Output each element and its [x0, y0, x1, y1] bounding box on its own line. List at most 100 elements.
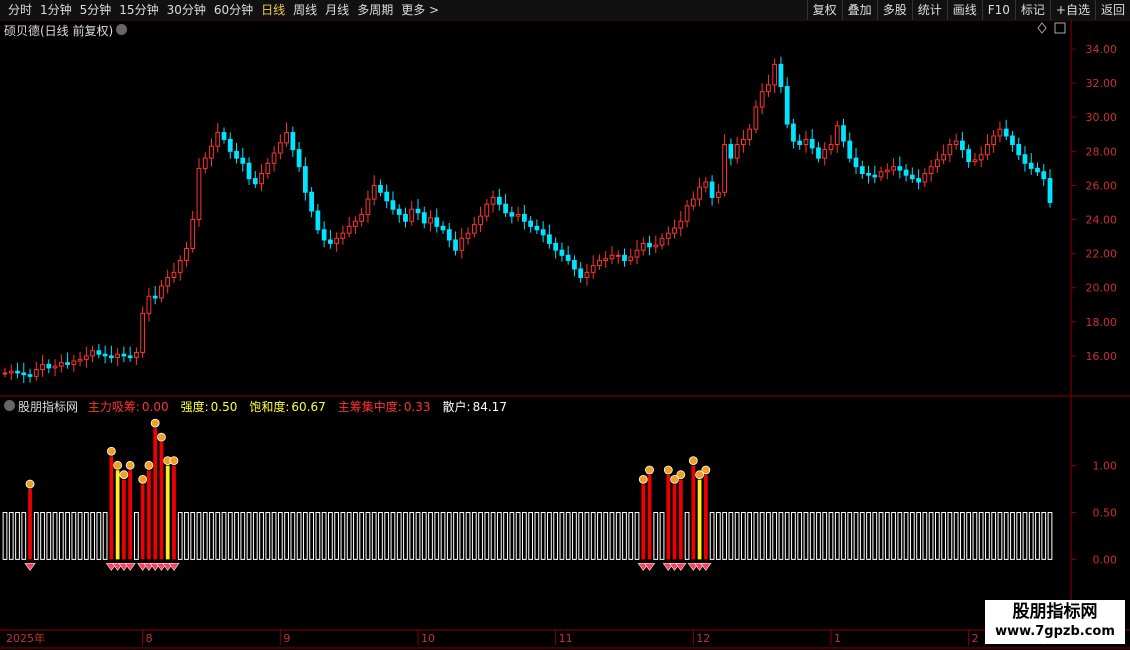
white-bar — [33, 512, 39, 560]
white-bar — [490, 512, 496, 560]
candle-body — [409, 208, 415, 222]
candle-body — [684, 205, 690, 222]
hand-pointer-icon — [157, 432, 166, 442]
white-bar — [384, 512, 390, 560]
period-tab[interactable]: 更多 > — [397, 0, 443, 20]
period-tab[interactable]: 月线 — [321, 0, 353, 20]
candle-body — [503, 203, 508, 214]
white-bar — [134, 512, 139, 560]
period-tab[interactable]: 15分钟 — [115, 0, 162, 20]
white-bar — [102, 512, 108, 560]
chart-area[interactable]: 34.0032.0030.0028.0026.0024.0022.0020.00… — [0, 20, 1130, 650]
white-bar — [409, 512, 415, 560]
white-bar — [378, 512, 383, 560]
window-restore-icon[interactable] — [1054, 22, 1066, 34]
white-bar — [985, 512, 990, 560]
candle-body — [803, 138, 809, 146]
white-bar — [190, 512, 196, 560]
toolbar-button[interactable]: 标记 — [1014, 0, 1050, 20]
toolbar-button[interactable]: F10 — [981, 0, 1015, 20]
white-bar — [496, 512, 502, 560]
indicator-axis: 1.000.500.00-0.50 — [1071, 460, 1118, 613]
signal-bar — [165, 465, 170, 560]
period-tab[interactable]: 30分钟 — [163, 0, 210, 20]
candle-body — [909, 174, 915, 180]
white-bar — [897, 512, 903, 560]
toolbar-button[interactable]: +自选 — [1049, 0, 1095, 20]
candle-body — [415, 208, 421, 214]
white-bar — [284, 512, 289, 560]
white-bar — [459, 512, 465, 560]
toolbar-button[interactable]: 画线 — [946, 0, 982, 20]
indicator-field-value: 84.17 — [472, 400, 507, 414]
white-bar — [659, 512, 665, 560]
white-bar — [215, 512, 221, 560]
toolbar-button[interactable]: 叠加 — [841, 0, 877, 20]
candle-body — [878, 171, 884, 178]
period-tab[interactable]: 日线 — [257, 0, 289, 20]
date-tick-label: 1 — [834, 632, 841, 645]
candle-body — [991, 135, 997, 146]
white-bar — [446, 512, 452, 560]
white-bar — [934, 512, 940, 560]
period-tab[interactable]: 多周期 — [353, 0, 397, 20]
white-bar — [503, 512, 508, 560]
white-bar — [509, 512, 515, 560]
indicator-tick-label: 0.00 — [1093, 553, 1118, 566]
candle-body — [1016, 144, 1022, 156]
candle-body — [916, 178, 921, 183]
white-bar — [872, 512, 878, 560]
toolbar-button[interactable]: 多股 — [876, 0, 912, 20]
candle-body — [277, 142, 283, 154]
candle-body — [184, 248, 189, 261]
chevron-down-icon[interactable] — [4, 400, 15, 411]
date-tick-label: 10 — [421, 632, 435, 645]
candle-body — [46, 363, 52, 369]
toolbar-button[interactable]: 统计 — [911, 0, 947, 20]
period-tab[interactable]: 周线 — [289, 0, 321, 20]
indicator-field: 散户: 84.17 — [443, 400, 513, 414]
white-bar — [991, 512, 997, 560]
indicator-name[interactable]: 股朋指标网 — [18, 400, 78, 414]
candle-body — [766, 84, 771, 93]
period-tab[interactable]: 60分钟 — [210, 0, 257, 20]
white-bar — [8, 512, 14, 560]
signal-bar — [140, 484, 145, 560]
candle-body — [665, 232, 671, 239]
candle-body — [140, 312, 146, 353]
white-bar — [947, 512, 953, 560]
white-bar — [866, 512, 871, 560]
watermark-title: 股朋指标网 — [1012, 602, 1098, 622]
right-toolbar: 复权 叠加 多股 统计 画线 F10 标记 +自选 返回 — [806, 0, 1130, 20]
white-bar — [252, 512, 258, 560]
period-tab[interactable]: 1分钟 — [36, 0, 76, 20]
white-bar — [559, 512, 565, 560]
white-bar — [978, 512, 984, 560]
candle-body — [978, 154, 984, 161]
candle-body — [515, 213, 521, 217]
period-tab[interactable]: 分时 — [4, 0, 36, 20]
candle-body — [296, 149, 302, 168]
indicator-bars — [2, 418, 1053, 571]
toolbar-button[interactable]: 复权 — [806, 0, 842, 20]
candle-body — [446, 229, 452, 241]
white-bar — [597, 512, 602, 560]
candle-body — [490, 196, 496, 205]
candle-body — [390, 200, 396, 210]
candle-body — [465, 232, 471, 239]
toolbar-button[interactable]: 返回 — [1094, 0, 1130, 20]
price-tick-label: 34.00 — [1086, 43, 1118, 56]
chevron-down-icon[interactable] — [116, 24, 127, 35]
diamond-icon[interactable] — [1037, 22, 1047, 34]
hand-pointer-icon — [688, 456, 698, 466]
stock-title[interactable]: 硕贝德(日线 前复权) — [4, 22, 113, 39]
white-bar — [240, 512, 246, 560]
candle-body — [866, 172, 871, 176]
signal-bar — [678, 479, 683, 560]
white-bar — [953, 512, 959, 560]
white-bar — [1047, 512, 1053, 560]
white-bar — [797, 512, 803, 560]
period-tab[interactable]: 5分钟 — [76, 0, 116, 20]
white-bar — [246, 512, 252, 560]
white-bar — [778, 512, 784, 560]
